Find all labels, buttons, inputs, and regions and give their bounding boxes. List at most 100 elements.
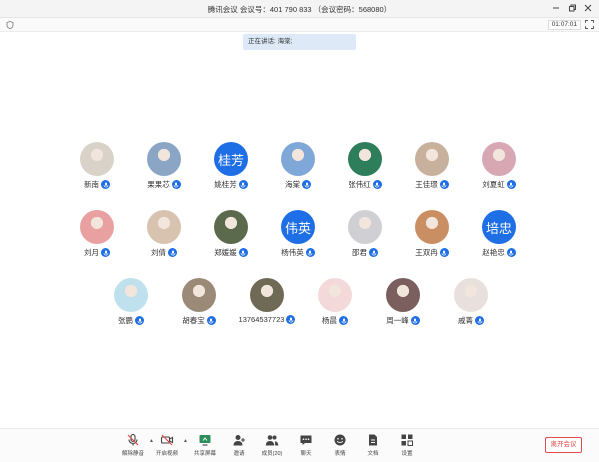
participant-name: 周一峰 bbox=[386, 316, 409, 325]
avatar bbox=[250, 278, 284, 312]
participant-tile[interactable]: 张伟红 bbox=[335, 142, 395, 194]
participant-name: 海棠 bbox=[285, 180, 300, 189]
participant-tile[interactable]: 桂芳 姚桂芳 bbox=[201, 142, 261, 194]
participant-name-row: 胡春宝 bbox=[169, 315, 229, 326]
participant-name: 杨晨 bbox=[322, 316, 337, 325]
avatar bbox=[318, 278, 352, 312]
participant-name: 王佳璟 bbox=[415, 180, 438, 189]
avatar bbox=[114, 278, 148, 312]
title-bar: 腾讯会议 会议号：401 790 833 （会议密码：568080） bbox=[0, 0, 599, 18]
mic-icon bbox=[475, 316, 484, 325]
avatar bbox=[182, 278, 216, 312]
participant-name-row: 刘倩 bbox=[134, 247, 194, 258]
mic-icon bbox=[101, 248, 110, 257]
leave-meeting-button[interactable]: 离开会议 bbox=[545, 437, 582, 453]
participant-name: 邵君 bbox=[352, 248, 367, 257]
participant-name: 刘夏虹 bbox=[482, 180, 505, 189]
participant-tile[interactable]: 海棠 bbox=[268, 142, 328, 194]
avatar bbox=[80, 142, 114, 176]
members-button[interactable]: 成员(20) bbox=[255, 433, 289, 461]
meeting-toolbar: 解除静音 ▲ 开启视频 ▲ 共享屏幕 邀请 成员(20) 聊天 表情 文档 设置… bbox=[0, 428, 599, 462]
participant-tile[interactable]: 郑媛媛 bbox=[201, 210, 261, 262]
mic-icon bbox=[101, 180, 110, 189]
participant-name: 张鹏 bbox=[118, 316, 133, 325]
participant-name: 果果芯 bbox=[147, 180, 170, 189]
avatar bbox=[214, 210, 248, 244]
reactions-label: 表情 bbox=[334, 451, 346, 457]
avatar bbox=[482, 142, 516, 176]
avatar bbox=[147, 210, 181, 244]
participant-name-row: 杨晨 bbox=[305, 315, 365, 326]
close-icon[interactable] bbox=[583, 3, 593, 13]
participant-tile[interactable]: 新南 bbox=[67, 142, 127, 194]
start-video-label: 开启视频 bbox=[155, 451, 178, 457]
reactions-button[interactable]: 表情 bbox=[323, 433, 357, 461]
mic-icon bbox=[372, 180, 382, 189]
participant-tile[interactable]: 王双冉 bbox=[402, 210, 462, 262]
avatar bbox=[80, 210, 114, 244]
window-title: 腾讯会议 会议号：401 790 833 （会议密码：568080） bbox=[207, 5, 392, 14]
documents-label: 文档 bbox=[367, 451, 379, 457]
restore-icon[interactable] bbox=[567, 3, 577, 13]
participant-tile[interactable]: 戚菁 bbox=[441, 278, 501, 330]
fullscreen-icon[interactable] bbox=[585, 20, 594, 29]
participant-name: 刘倩 bbox=[151, 248, 166, 257]
unmute-button[interactable]: 解除静音 bbox=[116, 433, 150, 461]
mic-icon bbox=[135, 316, 144, 325]
video-stage: 正在讲话: 海棠; 新南 果果芯 桂芳 姚桂芳海棠 张伟红 王佳璟 刘夏虹刘月 刘倩 郑媛媛 伟英… bbox=[0, 32, 599, 428]
avatar bbox=[348, 142, 382, 176]
participant-tile[interactable]: 胡春宝 bbox=[169, 278, 229, 330]
share-screen-button[interactable]: 共享屏幕 bbox=[188, 433, 222, 461]
participant-tile[interactable]: 王佳璟 bbox=[402, 142, 462, 194]
participant-tile[interactable]: 伟英 杨伟英 bbox=[268, 210, 328, 262]
mic-icon bbox=[168, 248, 177, 257]
participant-name-row: 王双冉 bbox=[402, 247, 462, 258]
participant-name-row: 王佳璟 bbox=[402, 179, 462, 190]
invite-label: 邀请 bbox=[233, 451, 245, 457]
avatar bbox=[281, 142, 315, 176]
add-user-icon bbox=[233, 435, 245, 446]
mic-icon bbox=[238, 248, 248, 257]
unmute-label: 解除静音 bbox=[121, 451, 144, 457]
speaking-indicator: 正在讲话: 海棠; bbox=[243, 34, 356, 50]
participant-tile[interactable]: 13764537723 bbox=[237, 278, 297, 330]
mic-icon bbox=[410, 316, 420, 325]
participant-name: 新南 bbox=[84, 180, 99, 189]
participant-tile[interactable]: 培忠 赵艳忠 bbox=[469, 210, 529, 262]
settings-label: 设置 bbox=[401, 451, 413, 457]
participant-name-row: 新南 bbox=[67, 179, 127, 190]
avatar bbox=[415, 210, 449, 244]
participant-name: 赵艳忠 bbox=[482, 248, 505, 257]
meeting-info-bar: 01:07:01 bbox=[0, 18, 599, 32]
avatar: 桂芳 bbox=[214, 142, 248, 176]
start-video-button[interactable]: 开启视频 bbox=[150, 433, 184, 461]
settings-icon bbox=[401, 434, 413, 446]
participant-tile[interactable]: 邵君 bbox=[335, 210, 395, 262]
participant-tile[interactable]: 周一峰 bbox=[373, 278, 433, 330]
mic-icon bbox=[305, 248, 315, 257]
participant-name-row: 刘月 bbox=[67, 247, 127, 258]
mic-icon bbox=[369, 248, 378, 257]
avatar bbox=[454, 278, 488, 312]
invite-button[interactable]: 邀请 bbox=[222, 433, 256, 461]
minimize-icon[interactable] bbox=[551, 3, 561, 13]
participant-name: 张伟红 bbox=[348, 180, 371, 189]
shield-icon[interactable] bbox=[6, 21, 14, 29]
participant-name-row: 13764537723 bbox=[237, 315, 297, 324]
mic-icon bbox=[302, 180, 311, 189]
participant-tile[interactable]: 张鹏 bbox=[101, 278, 161, 330]
chat-icon bbox=[300, 435, 312, 445]
chat-button[interactable]: 聊天 bbox=[289, 433, 323, 461]
participant-tile[interactable]: 刘倩 bbox=[134, 210, 194, 262]
settings-button[interactable]: 设置 bbox=[390, 433, 424, 461]
participant-name-row: 果果芯 bbox=[134, 179, 194, 190]
participant-tile[interactable]: 刘月 bbox=[67, 210, 127, 262]
participant-name: 刘月 bbox=[84, 248, 99, 257]
avatar bbox=[348, 210, 382, 244]
participant-tile[interactable]: 杨晨 bbox=[305, 278, 365, 330]
camera-off-icon bbox=[160, 434, 174, 446]
participant-tile[interactable]: 果果芯 bbox=[134, 142, 194, 194]
documents-button[interactable]: 文档 bbox=[356, 433, 390, 461]
avatar: 培忠 bbox=[482, 210, 516, 244]
participant-tile[interactable]: 刘夏虹 bbox=[469, 142, 529, 194]
